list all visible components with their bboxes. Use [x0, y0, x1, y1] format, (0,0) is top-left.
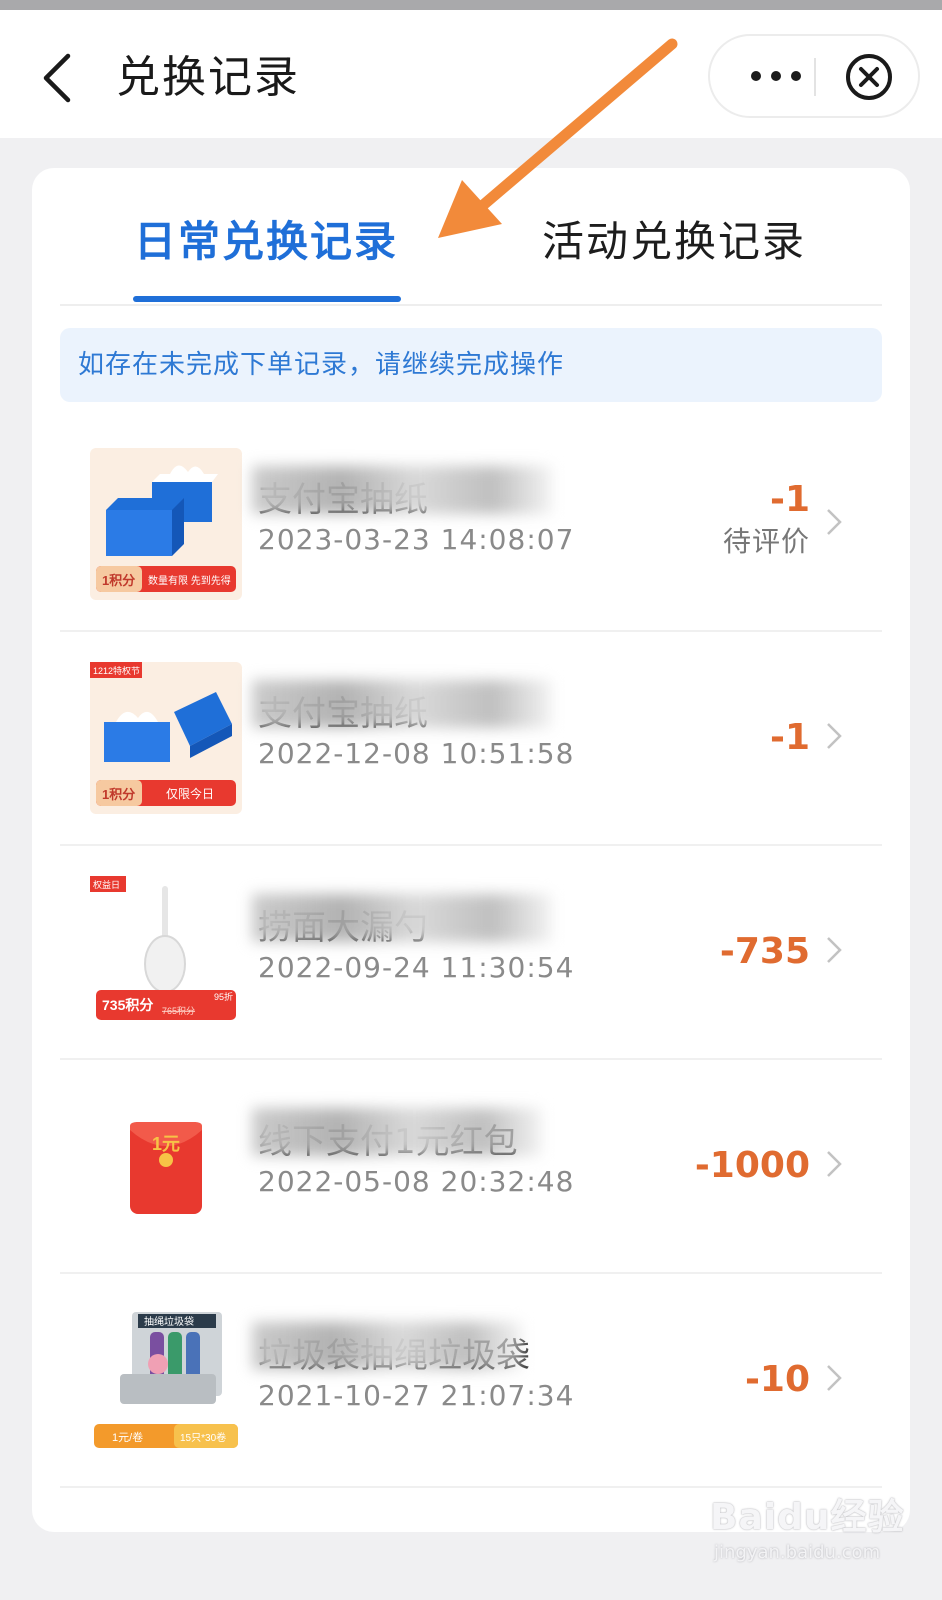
records-card: 日常兑换记录 活动兑换记录 如存在未完成下单记录，请继续完成操作 1积分 数量有… [32, 168, 910, 1532]
mini-program-capsule [708, 34, 920, 118]
tab-activity-records[interactable]: 活动兑换记录 [542, 212, 806, 272]
tab-daily-records[interactable]: 日常兑换记录 [134, 212, 398, 272]
thumb-badge-right: 95折 [214, 991, 233, 1002]
privacy-blur [252, 1322, 522, 1370]
record-row[interactable]: 权益日 735积分 765积分 95折 捞面大漏勺 2022-09-24 11:… [60, 846, 882, 1060]
red-envelope-thumbnail: 1元 [90, 1090, 242, 1242]
exchange-datetime: 2022-05-08 20:32:48 [258, 1165, 575, 1198]
thumb-corner-tag: 1212特权节 [93, 665, 140, 676]
points-deducted: -1 [770, 717, 810, 758]
back-arrow-icon[interactable] [38, 50, 78, 106]
privacy-blur [252, 680, 552, 728]
notice-banner: 如存在未完成下单记录，请继续完成操作 [60, 328, 882, 402]
exchange-datetime: 2022-12-08 10:51:58 [258, 737, 575, 770]
thumb-badge-left: 1积分 [102, 787, 135, 802]
ladle-thumbnail: 权益日 735积分 765积分 95折 [90, 876, 242, 1028]
privacy-blur [252, 466, 552, 514]
record-row[interactable]: 抽绳垃圾袋 1元/卷 15只*30卷 垃圾袋抽绳垃圾袋 2021-10-27 2… [60, 1274, 882, 1488]
thumb-corner-tag: 权益日 [93, 879, 120, 890]
tissue-box-thumbnail: 1积分 数量有限 先到先得 [90, 448, 242, 600]
tissue-box-thumbnail: 1212特权节 1积分 仅限今日 [90, 662, 242, 814]
bag-package-label: 抽绳垃圾袋 [144, 1315, 194, 1328]
nav-bar: 兑换记录 [0, 10, 942, 138]
record-row[interactable]: 1元 线下支付1元红包 2022-05-08 20:32:48 -1000 [60, 1060, 882, 1274]
active-tab-indicator [133, 296, 401, 302]
watermark-logo: Baidu经验 [710, 1497, 905, 1538]
garbage-bag-thumbnail: 抽绳垃圾袋 1元/卷 15只*30卷 [90, 1304, 242, 1456]
thumb-badge-left: 1积分 [102, 573, 135, 588]
points-deducted: -735 [719, 931, 810, 972]
chevron-right-icon [827, 937, 842, 963]
thumb-badge-right: 仅限今日 [166, 786, 214, 801]
baidu-jingyan-watermark: Baidu经验 jingyan.baidu.com [710, 1468, 930, 1588]
page-title: 兑换记录 [116, 52, 300, 103]
exchange-datetime: 2021-10-27 21:07:34 [258, 1379, 575, 1412]
watermark-url: jingyan.baidu.com [714, 1542, 881, 1563]
chevron-right-icon [827, 1151, 842, 1177]
privacy-blur [252, 1108, 542, 1156]
points-deducted: -10 [744, 1359, 810, 1400]
chevron-right-icon [827, 723, 842, 749]
privacy-blur [252, 894, 552, 942]
thumb-badge-left: 1元/卷 [112, 1430, 143, 1444]
thumb-badge-strike: 765积分 [162, 1005, 195, 1016]
record-row[interactable]: 1积分 数量有限 先到先得 支付宝抽纸 2023-03-23 14:08:07 … [60, 418, 882, 632]
status-strip [0, 0, 942, 10]
chevron-right-icon [827, 509, 842, 535]
close-circle-icon[interactable] [834, 44, 904, 110]
thumb-badge-left: 735积分 [102, 997, 153, 1013]
points-deducted: -1 [770, 479, 810, 520]
points-deducted: -1000 [694, 1145, 810, 1186]
envelope-amount: 1元 [152, 1134, 180, 1154]
exchange-datetime: 2022-09-24 11:30:54 [258, 951, 575, 984]
chevron-right-icon [827, 1365, 842, 1391]
record-row[interactable]: 1212特权节 1积分 仅限今日 支付宝抽纸 2022-12-08 10:51:… [60, 632, 882, 846]
order-status: 待评价 [722, 525, 810, 558]
capsule-divider [814, 58, 816, 96]
more-icon[interactable] [732, 36, 820, 116]
thumb-badge-right: 数量有限 先到先得 [148, 574, 231, 587]
tab-divider [60, 304, 882, 306]
thumb-badge-right: 15只*30卷 [180, 1431, 226, 1444]
exchange-datetime: 2023-03-23 14:08:07 [258, 523, 575, 556]
